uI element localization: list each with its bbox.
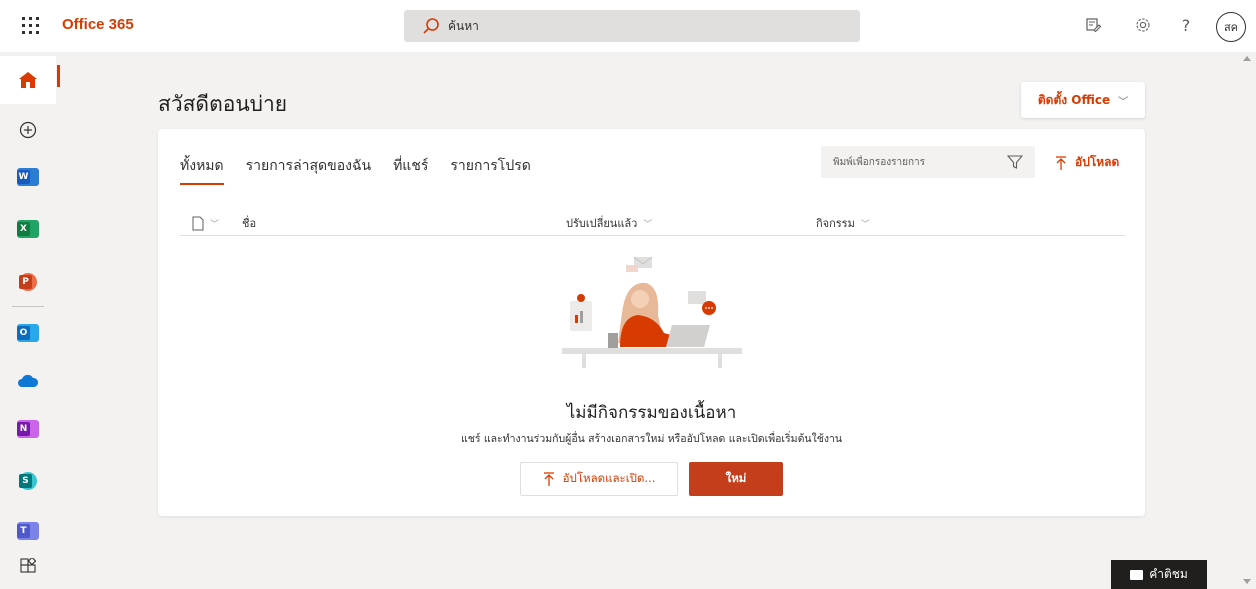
upload-arrow-icon bbox=[1056, 155, 1066, 170]
rail-item-word[interactable]: W bbox=[0, 153, 56, 201]
filter-input[interactable] bbox=[821, 146, 1001, 178]
help-icon[interactable]: ? bbox=[1175, 14, 1197, 36]
recent-files-card: ทั้งหมด รายการล่าสุดของฉัน ที่แชร์ รายกา… bbox=[158, 129, 1145, 516]
column-activity[interactable]: กิจกรรม ﹀ bbox=[816, 210, 870, 236]
teams-icon: T bbox=[17, 522, 39, 540]
word-icon: W bbox=[17, 168, 39, 186]
header-divider bbox=[180, 235, 1125, 236]
avatar[interactable]: สค bbox=[1216, 12, 1246, 42]
rail-item-sharepoint[interactable]: S bbox=[0, 457, 56, 505]
excel-icon: X bbox=[17, 220, 39, 238]
plus-circle-icon bbox=[19, 121, 37, 139]
apps-grid-icon bbox=[20, 558, 36, 573]
active-indicator bbox=[57, 65, 60, 87]
empty-state-description: แชร์ และทำงานร่วมกับผู้อื่น สร้างเอกสารใ… bbox=[460, 433, 843, 445]
onenote-icon: N bbox=[17, 420, 39, 438]
upload-label: อัปโหลด bbox=[1075, 155, 1120, 169]
rail-item-outlook[interactable]: O bbox=[0, 309, 56, 357]
whats-new-icon[interactable] bbox=[1082, 14, 1104, 36]
column-name-label: ชื่อ bbox=[242, 217, 257, 230]
app-rail: W X P O N S T bbox=[0, 52, 60, 589]
upload-button[interactable]: อัปโหลด bbox=[1055, 153, 1119, 172]
rail-item-all-apps[interactable] bbox=[0, 542, 56, 589]
search-icon bbox=[423, 18, 439, 34]
tab-favorites[interactable]: รายการโปรด bbox=[450, 155, 530, 185]
powerpoint-icon: P bbox=[19, 273, 37, 291]
rail-divider bbox=[12, 306, 44, 307]
column-type[interactable]: ﹀ bbox=[192, 210, 219, 236]
column-modified[interactable]: ปรับเปลี่ยนแล้ว ﹀ bbox=[566, 210, 652, 236]
chevron-down-icon: ﹀ bbox=[643, 219, 653, 230]
install-office-label: ติดตั้ง Office bbox=[1037, 92, 1111, 107]
page-title: สวัสดีตอนบ่าย bbox=[158, 92, 288, 116]
feedback-label: คำติชม bbox=[1149, 567, 1188, 581]
chevron-down-icon: ﹀ bbox=[210, 219, 220, 230]
column-name[interactable]: ชื่อ bbox=[242, 210, 256, 236]
rail-item-onenote[interactable]: N bbox=[0, 405, 56, 453]
app-launcher-icon[interactable] bbox=[22, 17, 40, 35]
gear-icon[interactable] bbox=[1132, 14, 1154, 36]
feedback-button[interactable]: คำติชม bbox=[1111, 560, 1207, 589]
scroll-down-icon[interactable] bbox=[1243, 579, 1251, 584]
tab-all[interactable]: ทั้งหมด bbox=[180, 155, 224, 185]
file-icon bbox=[192, 216, 204, 230]
tab-shared[interactable]: ที่แชร์ bbox=[393, 155, 428, 185]
column-activity-label: กิจกรรม bbox=[816, 217, 855, 230]
onedrive-icon bbox=[18, 374, 39, 387]
outlook-icon: O bbox=[17, 324, 39, 342]
sharepoint-icon: S bbox=[19, 472, 37, 490]
rail-item-home[interactable] bbox=[0, 56, 56, 104]
upload-and-open-label: อัปโหลดและเปิด... bbox=[562, 471, 656, 485]
chevron-down-icon: ﹀ bbox=[860, 219, 870, 230]
empty-state-title: ไม่มีกิจกรรมของเนื้อหา bbox=[566, 403, 737, 423]
page-scrollbar[interactable] bbox=[1240, 52, 1256, 589]
home-icon bbox=[19, 72, 37, 88]
top-bar: Office 365 ? สค bbox=[0, 0, 1256, 52]
scroll-up-icon[interactable] bbox=[1243, 56, 1251, 61]
rail-item-onedrive[interactable] bbox=[0, 357, 56, 405]
chevron-down-icon: ﹀ bbox=[1118, 96, 1129, 108]
install-office-button[interactable]: ติดตั้ง Office ﹀ bbox=[1021, 82, 1145, 118]
brand-link[interactable]: Office 365 bbox=[62, 16, 134, 33]
filter-icon[interactable] bbox=[1007, 154, 1023, 170]
upload-and-open-button[interactable]: อัปโหลดและเปิด... bbox=[520, 462, 678, 496]
rail-item-excel[interactable]: X bbox=[0, 205, 56, 253]
filter-box[interactable] bbox=[821, 146, 1035, 178]
rail-item-create[interactable] bbox=[0, 106, 56, 154]
upload-arrow-icon bbox=[543, 472, 554, 486]
rail-item-powerpoint[interactable]: P bbox=[0, 258, 56, 306]
file-tabs: ทั้งหมด รายการล่าสุดของฉัน ที่แชร์ รายกา… bbox=[180, 155, 553, 185]
search-input[interactable] bbox=[448, 10, 848, 42]
column-modified-label: ปรับเปลี่ยนแล้ว bbox=[566, 217, 638, 230]
comment-icon bbox=[1130, 569, 1144, 580]
tab-my-recent[interactable]: รายการล่าสุดของฉัน bbox=[246, 155, 371, 185]
new-document-button[interactable]: ใหม่ bbox=[689, 462, 783, 496]
search-box[interactable] bbox=[404, 10, 860, 42]
empty-state-illustration bbox=[562, 256, 742, 368]
